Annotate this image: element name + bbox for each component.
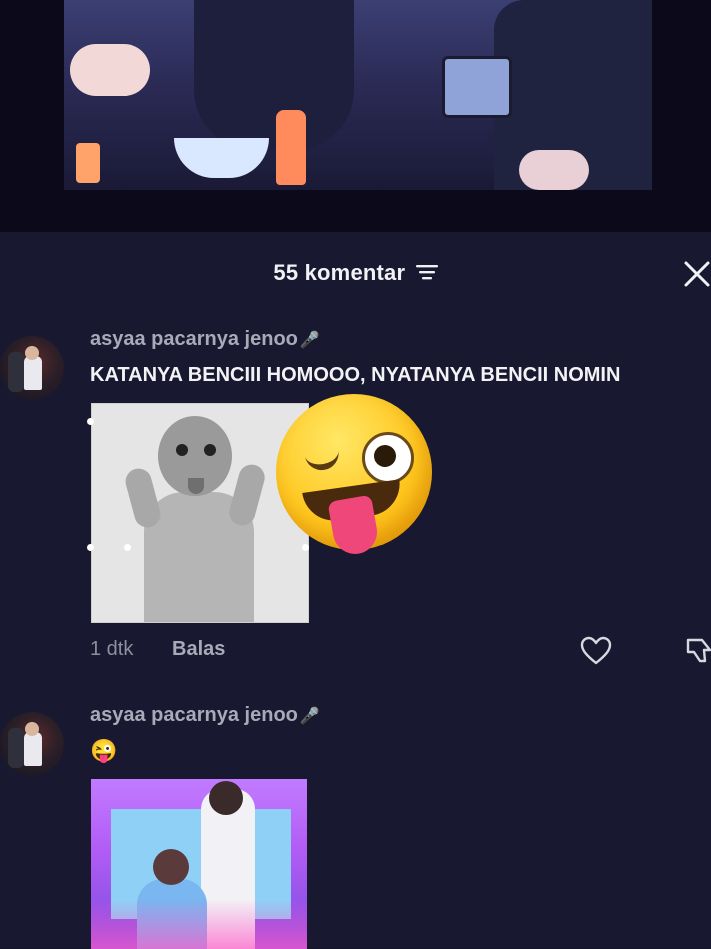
cup-shape — [442, 56, 512, 118]
baby-tongue — [188, 478, 204, 494]
baby-arm — [226, 461, 268, 529]
baby-arm — [122, 465, 164, 531]
thumbs-down-icon[interactable] — [684, 636, 711, 666]
stage-glow — [91, 899, 307, 949]
comment-item: asyaa pacarnya jenoo 🎤 KATANYA BENCIII HO… — [0, 328, 711, 668]
resize-handle — [124, 544, 131, 551]
pupil — [374, 445, 396, 467]
comment-username[interactable]: asyaa pacarnya jenoo 🎤 — [90, 704, 320, 727]
video-frame[interactable] — [64, 0, 652, 190]
video-player[interactable] — [0, 0, 711, 232]
microphone-icon: 🎤 — [299, 332, 320, 349]
microphone-icon: 🎤 — [299, 708, 320, 725]
comment-count-label: 55 komentar — [273, 260, 406, 285]
performer-head — [209, 781, 243, 815]
hand-shape — [70, 44, 150, 96]
close-icon[interactable] — [681, 258, 711, 288]
comment-timestamp: 1 dtk — [90, 638, 134, 660]
avatar[interactable] — [0, 712, 64, 776]
avatar-head — [25, 346, 39, 360]
heart-icon[interactable] — [580, 636, 612, 666]
winking-tongue-emoji-sticker — [276, 394, 432, 558]
comment-text: KATANYA BENCIII HOMOOO, NYATANYA BENCII … — [90, 364, 621, 386]
avatar[interactable] — [0, 336, 64, 400]
comment-count-title[interactable]: 55 komentar — [0, 260, 711, 286]
resize-handle — [302, 544, 309, 551]
avatar-figure — [8, 352, 24, 392]
reply-button[interactable]: Balas — [172, 638, 225, 661]
avatar-figure — [24, 732, 42, 766]
comment-username[interactable]: asyaa pacarnya jenoo 🎤 — [90, 328, 320, 351]
comment-meta-row: 1 dtk Balas — [90, 636, 711, 666]
comment-image-attachment[interactable] — [91, 779, 307, 949]
comments-sheet: 55 komentar asyaa pacarnya jenoo 🎤 KATANY… — [0, 232, 711, 949]
comment-text: 😜 — [90, 738, 118, 763]
username-text: asyaa pacarnya jenoo — [90, 328, 298, 350]
filter-icon[interactable] — [415, 264, 438, 280]
comment-image-attachment[interactable] — [91, 403, 309, 623]
hand-shape — [519, 150, 589, 190]
baby-eye — [204, 444, 216, 456]
resize-handle — [87, 418, 94, 425]
avatar-head — [25, 722, 39, 736]
comment-item: asyaa pacarnya jenoo 🎤 😜 — [0, 704, 711, 949]
person-silhouette — [194, 0, 354, 150]
avatar-figure — [24, 356, 42, 390]
avatar-figure — [8, 728, 24, 768]
wink-eye — [304, 449, 342, 473]
tongue — [327, 494, 381, 558]
bowl-shape — [174, 138, 269, 178]
performer-head — [153, 849, 189, 885]
bottle-shape — [76, 143, 100, 183]
resize-handle — [87, 544, 94, 551]
bottle-shape — [276, 110, 306, 185]
username-text: asyaa pacarnya jenoo — [90, 704, 298, 726]
baby-eye — [176, 444, 188, 456]
comments-header: 55 komentar — [0, 252, 711, 292]
